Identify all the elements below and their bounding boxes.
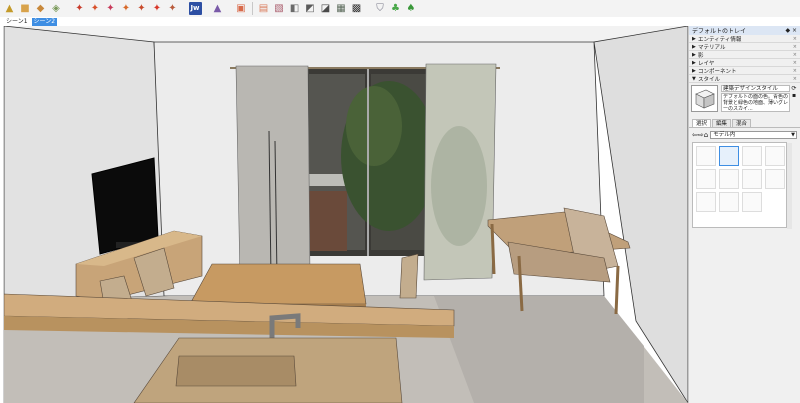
outdoor-tree-top — [346, 86, 402, 166]
tray-section-label: 影 — [698, 52, 704, 59]
style-cell[interactable] — [696, 192, 716, 212]
scene-tab-2[interactable]: シーン2 — [31, 17, 58, 26]
style-thumbnail — [691, 85, 718, 112]
armchair-leg — [490, 223, 496, 275]
tab-edit[interactable]: 編集 — [712, 119, 732, 127]
balcony-brick — [307, 191, 347, 251]
plugin-icon[interactable]: ✦ — [134, 1, 149, 16]
section-icon[interactable]: ▤ — [256, 1, 271, 16]
style-info: 建築デザインスタイル デフォルトの面の色。青色の背景と緑色の地面、薄いグレーのス… — [718, 85, 790, 115]
tray-section-label: エンティティ情報 — [698, 36, 742, 43]
tray-pin-icon[interactable]: ◆ × — [785, 27, 797, 34]
style-cell-selected[interactable] — [719, 146, 739, 166]
tray-section-label: コンポーネント — [698, 68, 737, 75]
update-icon[interactable]: ⟳ — [791, 85, 796, 92]
default-tray: デフォルトのトレイ ◆ × ▶ エンティティ情報 × ▶ マテリアル × ▶ 影 × ▶ レイ… — [688, 26, 800, 403]
left-curtain — [235, 65, 311, 281]
lock-icon[interactable]: ▪ — [792, 92, 796, 99]
scene-tabs: シーン1 シーン2 — [0, 17, 800, 26]
library-row: ⇦ ⇨ ⌂ モデル内 ▼ — [689, 129, 800, 140]
scene-tab-1[interactable]: シーン1 — [4, 18, 30, 26]
texture-icon[interactable]: ◧ — [287, 1, 302, 16]
plugin-icon[interactable]: ✦ — [150, 1, 165, 16]
tray-section-label: マテリアル — [698, 44, 726, 51]
close-icon[interactable]: × — [793, 76, 797, 82]
dining-chair — [399, 253, 419, 299]
chevron-down-icon: ▼ — [791, 131, 795, 138]
curtain-pattern — [431, 126, 487, 246]
style-cell[interactable] — [742, 192, 762, 212]
plugin-icon[interactable]: ✦ — [72, 1, 87, 16]
tree-icon[interactable]: ♣ — [388, 1, 403, 16]
style-cell[interactable] — [719, 192, 739, 212]
style-tabs: 選択 編集 混合 — [689, 119, 800, 128]
plugin-icon[interactable]: ✦ — [165, 1, 180, 16]
component-icon[interactable]: ■ — [18, 1, 33, 16]
jw-cad-icon[interactable]: Jw — [188, 2, 202, 15]
style-description-field[interactable]: デフォルトの面の色。青色の背景と緑色の地面、薄いグレーのスカイ... — [721, 93, 790, 112]
style-name-field[interactable]: 建築デザインスタイル — [721, 85, 790, 92]
texture-icon[interactable]: ▩ — [349, 1, 364, 16]
home-icon[interactable]: ⌂ — [704, 131, 708, 139]
style-grid — [692, 142, 792, 229]
armchair-leg — [614, 265, 620, 315]
sandbox-icon[interactable]: ◈ — [49, 1, 64, 16]
close-icon[interactable]: × — [793, 44, 797, 50]
style-preview: 建築デザインスタイル デフォルトの面の色。青色の背景と緑色の地面、薄いグレーのス… — [689, 83, 800, 117]
grid-scrollbar[interactable] — [787, 143, 792, 229]
style-cell[interactable] — [765, 146, 785, 166]
style-cell[interactable] — [742, 146, 762, 166]
plugin-icon[interactable]: ✦ — [103, 1, 118, 16]
sink-basin — [175, 355, 297, 387]
shield-icon[interactable]: ⛉ — [373, 1, 388, 16]
tab-mix[interactable]: 混合 — [732, 119, 752, 127]
style-cell[interactable] — [742, 169, 762, 189]
tree-icon[interactable]: ♠ — [404, 1, 419, 16]
tray-section-label: レイヤ — [698, 60, 715, 67]
style-cell[interactable] — [696, 169, 716, 189]
tray-section-style[interactable]: ▼ スタイル × — [689, 75, 800, 83]
plugin-icon[interactable]: ✦ — [88, 1, 103, 16]
texture-icon[interactable]: ◪ — [318, 1, 333, 16]
frame-icon[interactable]: ▣ — [234, 1, 249, 16]
style-cell[interactable] — [696, 146, 716, 166]
plugin-icon[interactable]: ✦ — [119, 1, 134, 16]
style-side-buttons: ⟳ ▪ — [790, 85, 798, 115]
model-viewport[interactable] — [4, 26, 688, 403]
sketchup-window: ▲ ■ ◆ ◈ ✦ ✦ ✦ ✦ ✦ ✦ ✦ Jw ▲ ▣ ▤ ▧ ◧ ◩ ◪ ▦… — [0, 0, 800, 403]
texture-icon[interactable]: ▦ — [334, 1, 349, 16]
component-3d-icon[interactable]: ◆ — [33, 1, 48, 16]
texture-icon[interactable]: ▧ — [272, 1, 287, 16]
library-select[interactable]: モデル内 ▼ — [710, 130, 797, 139]
room-scene — [4, 26, 688, 403]
style-cell[interactable] — [765, 169, 785, 189]
style-cell[interactable] — [719, 169, 739, 189]
texture-icon[interactable]: ◩ — [303, 1, 318, 16]
close-icon[interactable]: × — [793, 68, 797, 74]
close-icon[interactable]: × — [793, 36, 797, 42]
main-toolbar: ▲ ■ ◆ ◈ ✦ ✦ ✦ ✦ ✦ ✦ ✦ Jw ▲ ▣ ▤ ▧ ◧ ◩ ◪ ▦… — [0, 0, 800, 17]
tab-select[interactable]: 選択 — [692, 119, 712, 127]
close-icon[interactable]: × — [793, 52, 797, 58]
tray-section-material[interactable]: ▶ マテリアル × — [689, 43, 800, 51]
select-tool-icon[interactable]: ▲ — [2, 1, 17, 16]
ruby-icon[interactable]: ▲ — [210, 1, 225, 16]
close-icon[interactable]: × — [793, 60, 797, 66]
library-select-value: モデル内 — [713, 131, 736, 138]
balcony-rail — [304, 174, 346, 186]
tray-section-label: スタイル — [698, 76, 721, 83]
dining-table — [189, 263, 367, 305]
